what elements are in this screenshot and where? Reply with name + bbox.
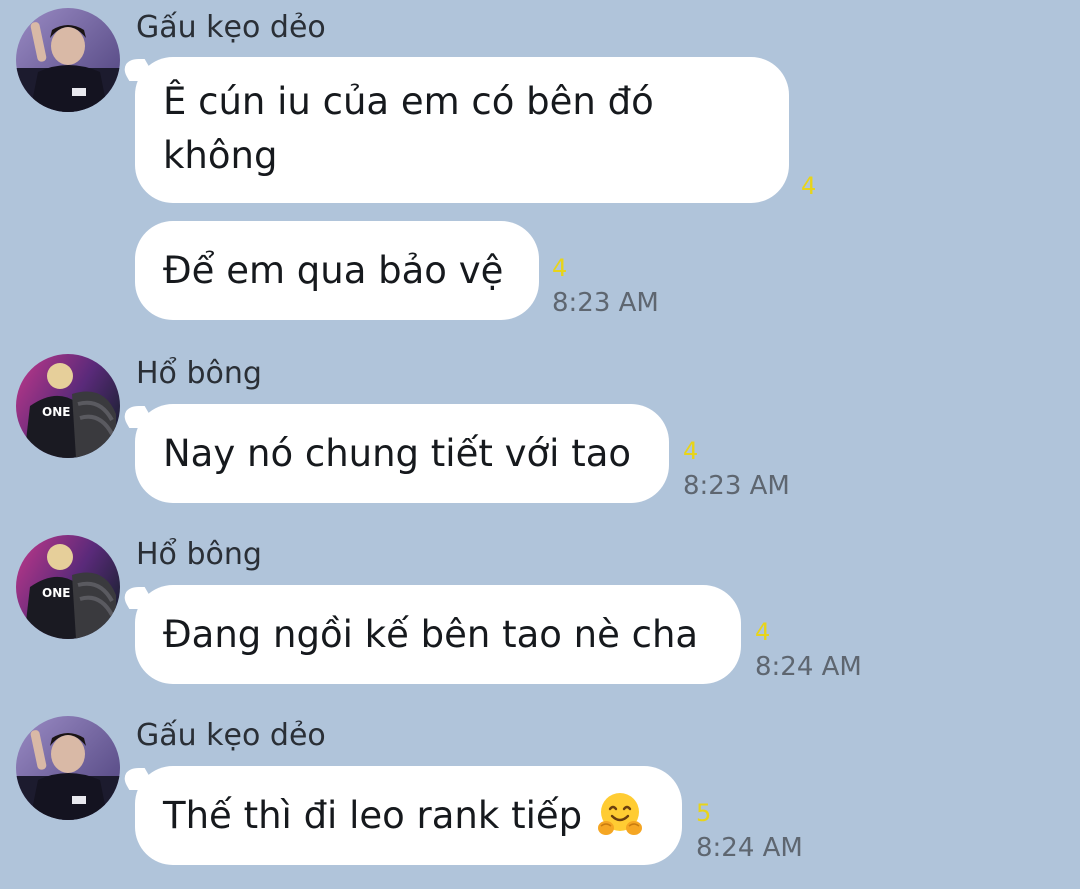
message-bubble[interactable]: Đang ngồi kế bên tao nè cha [135,585,741,684]
avatar-ho-bong[interactable]: ONE [16,354,120,458]
message-text-content: Thế thì đi leo rank tiếp [163,793,583,837]
message-text: Thế thì đi leo rank tiếp [163,789,644,843]
message-bubble[interactable]: Nay nó chung tiết với tao [135,404,669,503]
message-timestamp: 8:23 AM [552,288,659,318]
message-text: Nay nó chung tiết với tao [163,431,632,475]
message-timestamp: 8:24 AM [755,652,862,682]
message-text-line: không [163,134,278,177]
sender-name: Hổ bông [136,356,262,391]
message-text: Ê cún iu của em có bên đó không [163,75,654,183]
read-count: 4 [801,172,817,200]
avatar-gau-keo-deo[interactable] [16,716,120,820]
svg-text:ONE: ONE [42,405,70,419]
message-text: Để em qua bảo vệ [163,248,504,292]
avatar-gau-keo-deo-icon [16,716,120,820]
message-bubble[interactable]: Để em qua bảo vệ [135,221,539,320]
avatar-gau-keo-deo[interactable] [16,8,120,112]
chat-message-list[interactable]: Gấu kẹo dẻo Ê cún iu của em có bên đó kh… [0,0,1080,889]
hugging-face-emoji-icon [598,793,643,835]
message-text: Đang ngồi kế bên tao nè cha [163,612,699,656]
sender-name: Gấu kẹo dẻo [136,10,326,45]
message-timestamp: 8:23 AM [683,471,790,501]
read-count: 4 [552,254,568,282]
read-count: 5 [696,799,712,827]
message-timestamp: 8:24 AM [696,833,803,863]
sender-name: Gấu kẹo dẻo [136,718,326,753]
message-bubble[interactable]: Ê cún iu của em có bên đó không [135,57,789,203]
message-text-line: Ê cún iu của em có bên đó [163,80,654,123]
message-bubble[interactable]: Thế thì đi leo rank tiếp [135,766,682,865]
avatar-gau-keo-deo-icon [16,8,120,112]
avatar-ho-bong-icon: ONE [16,354,120,458]
sender-name: Hổ bông [136,537,262,572]
svg-text:ONE: ONE [42,586,70,600]
avatar-ho-bong[interactable]: ONE [16,535,120,639]
avatar-ho-bong-icon: ONE [16,535,120,639]
read-count: 4 [683,437,699,465]
read-count: 4 [755,618,771,646]
